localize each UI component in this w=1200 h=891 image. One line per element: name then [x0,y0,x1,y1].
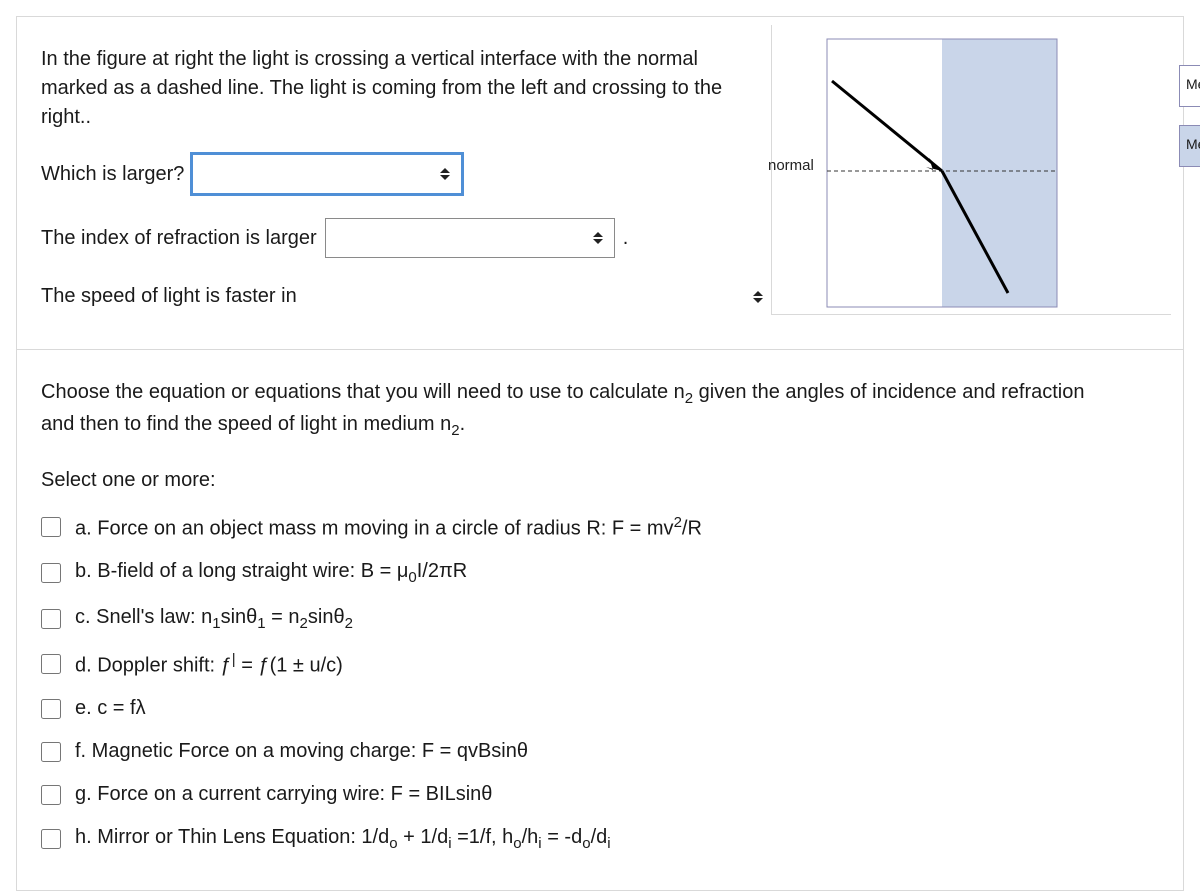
question-2-block: Choose the equation or equations that yo… [16,350,1184,891]
index-refraction-select[interactable] [325,218,615,258]
q2-intro-part-c: . [460,413,466,435]
speed-of-light-label: The speed of light is faster in [41,282,297,311]
option-g-checkbox[interactable] [41,785,61,805]
spinner-icon [592,228,604,248]
chevron-down-icon [753,298,763,303]
question-1-block: In the figure at right the light is cros… [16,16,1184,350]
option-f-label: f. Magnetic Force on a moving charge: F … [75,737,528,766]
option-b: b. B-field of a long straight wire: B = … [41,550,1159,596]
option-a: a. Force on an object mass m moving in a… [41,505,1159,551]
chevron-down-icon [440,175,450,180]
option-g: g. Force on a current carrying wire: F =… [41,773,1159,816]
q1-row-speed-of-light: The speed of light is faster in [41,282,763,311]
option-d: d. Doppler shift: ƒ| = ƒ(1 ± u/c) [41,642,1159,688]
q1-row-index-refraction: The index of refraction is larger . [41,218,763,258]
medium-n1-box: Medium n1 [1179,65,1200,107]
option-a-checkbox[interactable] [41,517,61,537]
q1-row-which-larger: Which is larger? [41,154,763,194]
spinner-icon [439,164,451,184]
options-list: a. Force on an object mass m moving in a… [41,505,1159,863]
option-c: c. Snell's law: n1sinθ1 = n2sinθ2 [41,596,1159,642]
medium-n1-text: Medium n [1186,76,1200,92]
option-d-label: d. Doppler shift: ƒ| = ƒ(1 ± u/c) [75,649,343,681]
q2-intro-sub1: 2 [685,390,693,407]
q1-layout: In the figure at right the light is cros… [41,45,1159,335]
refraction-svg [772,25,1172,315]
chevron-up-icon [440,168,450,173]
refraction-figure: normal Medium n1 Medium n2 [771,25,1171,315]
normal-label: normal [768,155,814,177]
option-e-label: e. c = fλ [75,694,146,723]
q1-intro-text: In the figure at right the light is cros… [41,45,761,132]
q2-intro-sub2: 2 [451,422,459,439]
option-b-label: b. B-field of a long straight wire: B = … [75,557,467,589]
select-one-or-more-label: Select one or more: [41,466,1159,495]
option-h-checkbox[interactable] [41,829,61,849]
medium-n2-box: Medium n2 [1179,125,1200,167]
option-g-label: g. Force on a current carrying wire: F =… [75,780,492,809]
option-f: f. Magnetic Force on a moving charge: F … [41,730,1159,773]
option-c-checkbox[interactable] [41,609,61,629]
option-c-label: c. Snell's law: n1sinθ1 = n2sinθ2 [75,603,353,635]
option-f-checkbox[interactable] [41,742,61,762]
chevron-up-icon [593,232,603,237]
option-h-label: h. Mirror or Thin Lens Equation: 1/do + … [75,823,611,855]
chevron-up-icon [753,291,763,296]
option-e-checkbox[interactable] [41,699,61,719]
which-larger-select[interactable] [192,154,462,194]
index-refraction-label: The index of refraction is larger [41,224,317,253]
which-larger-label: Which is larger? [41,160,184,189]
option-h: h. Mirror or Thin Lens Equation: 1/do + … [41,816,1159,862]
option-a-label: a. Force on an object mass m moving in a… [75,512,702,544]
q1-text-column: In the figure at right the light is cros… [41,45,763,335]
trailing-period: . [623,224,629,253]
speed-of-light-select[interactable] [753,291,763,303]
option-b-checkbox[interactable] [41,563,61,583]
option-d-checkbox[interactable] [41,654,61,674]
chevron-down-icon [593,239,603,244]
q2-intro-text: Choose the equation or equations that yo… [41,378,1101,442]
q2-intro-part-a: Choose the equation or equations that yo… [41,381,685,403]
option-e: e. c = fλ [41,687,1159,730]
medium-n2-text: Medium n [1186,136,1200,152]
